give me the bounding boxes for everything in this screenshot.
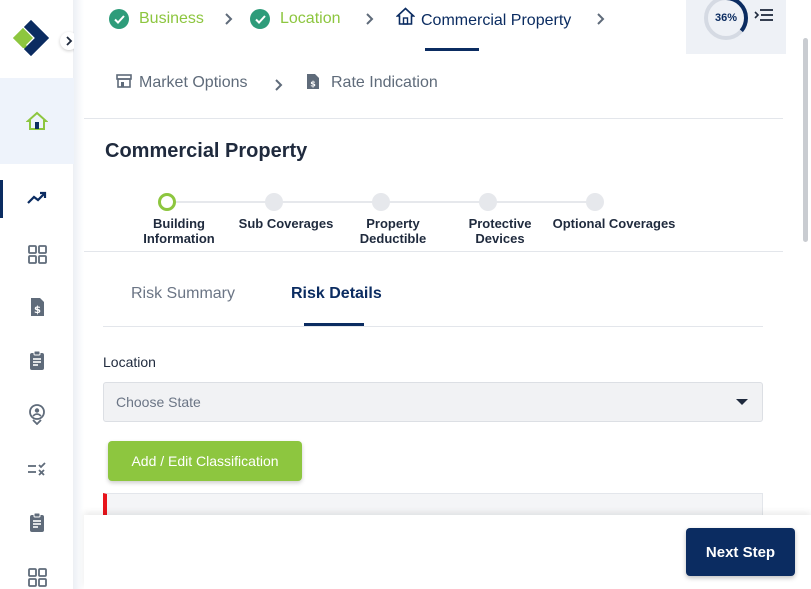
step-label-sub-coverages[interactable]: Sub Coverages — [231, 216, 341, 231]
invoice-icon: $ — [31, 298, 44, 316]
step-label-text: Optional Coverages — [552, 216, 676, 231]
sidebar-item-clipboard[interactable] — [0, 342, 74, 378]
tab-active-indicator — [304, 323, 364, 326]
page-title: Commercial Property — [105, 140, 308, 162]
step-label-text: Property Deductible — [359, 216, 427, 246]
brand-logo — [13, 20, 49, 56]
stepper-divider — [84, 251, 783, 252]
breadcrumb-commercial-property[interactable]: Commercial Property — [396, 6, 571, 30]
home-icon — [26, 111, 48, 130]
state-select-placeholder: Choose State — [116, 394, 201, 410]
breadcrumb-label: Location — [280, 10, 341, 27]
sidebar-item-trending[interactable] — [0, 180, 74, 218]
step-label-text: Building Information — [143, 216, 215, 246]
step-label-building-information[interactable]: Building Information — [124, 216, 234, 246]
chevron-right-icon — [225, 13, 233, 25]
scrollbar-thumb[interactable] — [803, 38, 808, 242]
check-circle-icon — [250, 9, 270, 29]
step-dot-optional-coverages[interactable] — [586, 193, 604, 211]
sidebar-item-checklist[interactable] — [0, 451, 74, 487]
step-label-property-deductible[interactable]: Property Deductible — [348, 216, 438, 246]
chevron-right-icon — [597, 13, 605, 25]
trending-icon — [27, 191, 47, 204]
svg-text:$: $ — [310, 80, 316, 89]
sidebar-item-grid-2[interactable] — [0, 559, 74, 589]
step-dot-sub-coverages[interactable] — [265, 193, 283, 211]
location-pin-icon — [29, 404, 45, 425]
clipboard-icon — [30, 350, 44, 370]
caret-down-icon — [736, 399, 748, 405]
sidebar-item-invoice[interactable]: $ — [0, 289, 74, 325]
app-root: $ Business Location Commercial Property … — [0, 0, 811, 589]
svg-text:$: $ — [34, 305, 41, 316]
location-label: Location — [103, 354, 156, 370]
grid-icon — [28, 245, 47, 264]
chevron-right-icon — [275, 79, 283, 91]
breadcrumb-active-indicator — [425, 48, 479, 51]
next-step-button[interactable]: Next Step — [686, 528, 795, 576]
state-select[interactable]: Choose State — [103, 382, 763, 422]
add-edit-classification-button[interactable]: Add / Edit Classification — [108, 441, 302, 481]
breadcrumb-market-options[interactable]: Market Options — [116, 74, 247, 92]
breadcrumb-label: Market Options — [139, 74, 248, 91]
breadcrumb-label: Commercial Property — [421, 12, 572, 29]
sidebar-item-clipboard-2[interactable] — [0, 504, 74, 540]
step-label-optional-coverages[interactable]: Optional Coverages — [540, 216, 688, 231]
step-dot-protective-devices[interactable] — [479, 193, 497, 211]
step-dot-building-information[interactable] — [158, 193, 176, 211]
content-shade — [74, 0, 84, 589]
clipboard-icon — [30, 512, 44, 532]
tabs-divider — [103, 326, 763, 327]
breadcrumb-label: Business — [139, 10, 204, 27]
sidebar-item-location[interactable] — [0, 396, 74, 432]
step-label-text: Protective Devices — [468, 216, 532, 246]
tab-risk-details[interactable]: Risk Details — [291, 285, 382, 303]
checklist-icon — [28, 462, 46, 476]
step-label-text: Sub Coverages — [238, 216, 334, 231]
breadcrumb-rate-indication[interactable]: $ Rate Indication — [306, 74, 438, 92]
grid-icon — [28, 568, 47, 587]
step-dot-property-deductible[interactable] — [372, 193, 390, 211]
sidebar: $ — [0, 0, 78, 589]
home-outline-icon — [396, 6, 415, 25]
sidebar-item-grid[interactable] — [0, 236, 74, 272]
sidebar-item-home[interactable] — [0, 78, 74, 164]
invoice-icon: $ — [307, 74, 319, 89]
check-circle-icon — [109, 9, 129, 29]
progress-percent: 36% — [714, 12, 738, 24]
storefront-icon — [116, 74, 132, 88]
menu-collapse-icon[interactable] — [754, 7, 774, 25]
header-divider — [84, 118, 783, 119]
chevron-right-icon — [66, 36, 73, 46]
breadcrumb-label: Rate Indication — [331, 74, 438, 91]
progress-widget[interactable]: 36% — [686, 0, 786, 54]
chevron-right-icon — [366, 13, 374, 25]
breadcrumb-location[interactable]: Location — [250, 9, 341, 29]
tab-risk-summary[interactable]: Risk Summary — [131, 285, 235, 303]
breadcrumb-business[interactable]: Business — [109, 9, 204, 29]
step-label-protective-devices[interactable]: Protective Devices — [455, 216, 545, 246]
